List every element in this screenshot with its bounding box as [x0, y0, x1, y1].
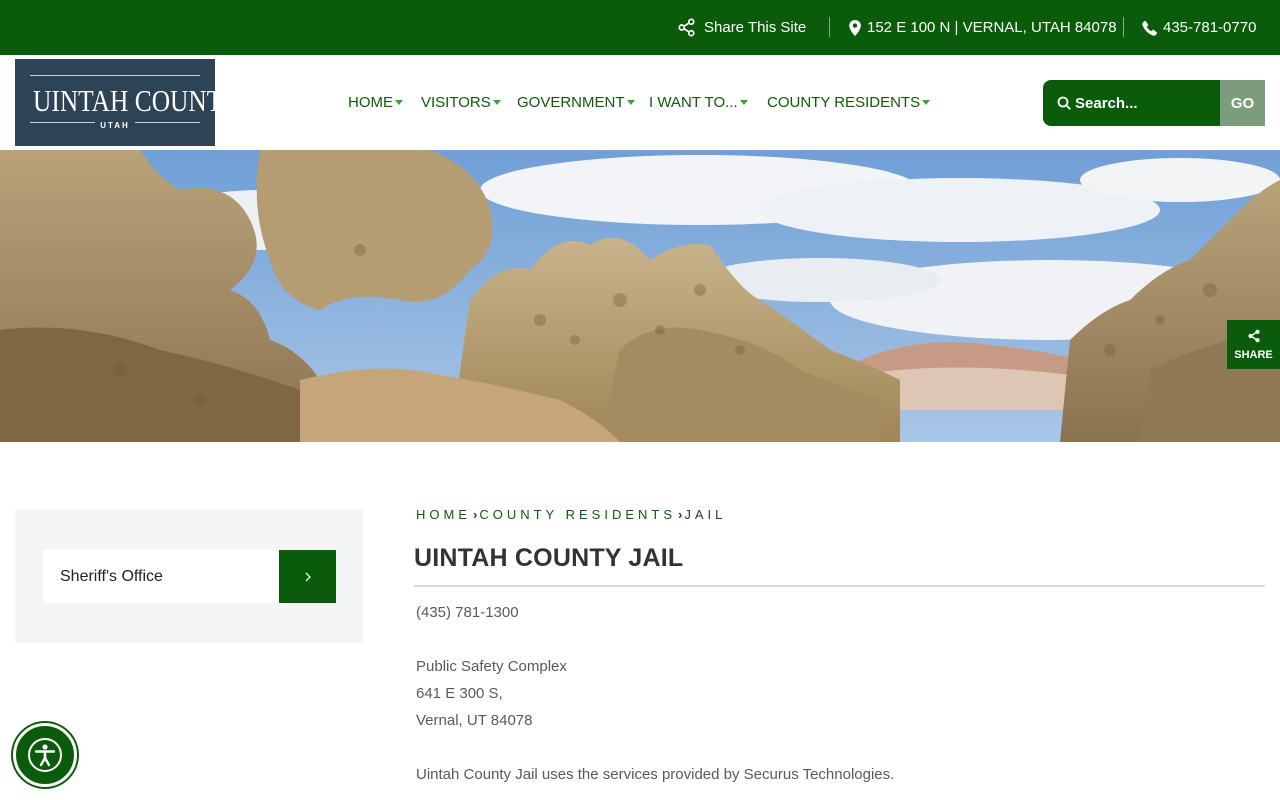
address-link[interactable]: 152 E 100 N | VERNAL, UTAH 84078 — [848, 0, 1117, 55]
search-placeholder: Search... — [1075, 94, 1138, 112]
nav-label: COUNTY RESIDENTS — [767, 94, 921, 111]
floating-share-button[interactable]: SHARE — [1227, 320, 1280, 369]
sidebar-link-arrow-button[interactable] — [279, 550, 336, 603]
breadcrumb: HOME › COUNTY RESIDENTS › JAIL — [416, 507, 726, 522]
chevron-right-icon: › — [678, 507, 683, 522]
logo-name: UINTAH COUNTY — [33, 83, 241, 118]
address-line: Public Safety Complex — [416, 658, 567, 675]
nav-item-government[interactable]: GOVERNMENT — [517, 94, 635, 111]
accessibility-button[interactable] — [13, 723, 77, 787]
accessibility-icon — [28, 738, 62, 772]
logo-rule — [30, 75, 200, 76]
chevron-right-icon — [305, 572, 311, 581]
site-header: UINTAH COUNTY UTAH HOME VISITORS GOVERNM… — [0, 55, 1280, 150]
divider — [829, 17, 830, 37]
nav-item-i-want-to[interactable]: I WANT TO... — [649, 94, 748, 111]
nav-label: GOVERNMENT — [517, 94, 625, 111]
logo-state: UTAH — [100, 121, 130, 130]
caret-down-icon — [922, 100, 931, 105]
nav-item-visitors[interactable]: VISITORS — [421, 94, 501, 111]
address-text: 152 E 100 N | VERNAL, UTAH 84078 — [867, 19, 1117, 36]
map-pin-icon — [849, 19, 861, 36]
divider — [1123, 17, 1124, 37]
breadcrumb-county-residents[interactable]: COUNTY RESIDENTS — [479, 507, 676, 522]
caret-down-icon — [626, 100, 635, 105]
sidebar-link-label: Sheriff's Office — [60, 567, 163, 585]
hero-image — [0, 150, 1280, 442]
address-line: Vernal, UT 84078 — [416, 712, 533, 729]
share-icon — [1247, 329, 1260, 343]
phone-icon — [1142, 20, 1158, 36]
share-icon — [678, 18, 695, 37]
description-text: Uintah County Jail uses the services pro… — [416, 766, 895, 783]
nav-item-home[interactable]: HOME — [348, 94, 403, 111]
jail-phone[interactable]: (435) 781-1300 — [416, 604, 519, 621]
sidebar-link-sheriffs-office[interactable]: Sheriff's Office — [43, 550, 279, 603]
search-icon — [1057, 96, 1071, 110]
sidebar: Sheriff's Office — [15, 510, 363, 643]
phone-link[interactable]: 435-781-0770 — [1142, 0, 1256, 55]
rock-formation-landscape-image — [0, 150, 1280, 442]
floating-share-label: SHARE — [1234, 349, 1273, 361]
breadcrumb-current: JAIL — [684, 507, 727, 522]
share-site-link[interactable]: Share This Site — [677, 0, 806, 55]
breadcrumb-home[interactable]: HOME — [416, 507, 471, 522]
title-divider — [414, 585, 1265, 587]
caret-down-icon — [739, 100, 748, 105]
nav-label: I WANT TO... — [649, 94, 738, 111]
caret-down-icon — [395, 100, 403, 105]
phone-text: 435-781-0770 — [1163, 19, 1257, 36]
nav-label: VISITORS — [421, 94, 491, 111]
site-search: Search... GO — [1043, 80, 1265, 126]
site-logo[interactable]: UINTAH COUNTY UTAH — [15, 59, 241, 146]
top-utility-bar: Share This Site 152 E 100 N | VERNAL, UT… — [0, 0, 1280, 55]
chevron-right-icon: › — [473, 507, 478, 522]
address-line: 641 E 300 S, — [416, 685, 503, 702]
page-title: UINTAH COUNTY JAIL — [414, 544, 684, 572]
caret-down-icon — [492, 100, 501, 105]
share-site-label: Share This Site — [704, 19, 807, 36]
search-go-button[interactable]: GO — [1220, 80, 1265, 126]
nav-item-county-residents[interactable]: COUNTY RESIDENTS — [767, 94, 931, 111]
search-input[interactable]: Search... — [1043, 80, 1220, 126]
nav-label: HOME — [348, 94, 393, 111]
